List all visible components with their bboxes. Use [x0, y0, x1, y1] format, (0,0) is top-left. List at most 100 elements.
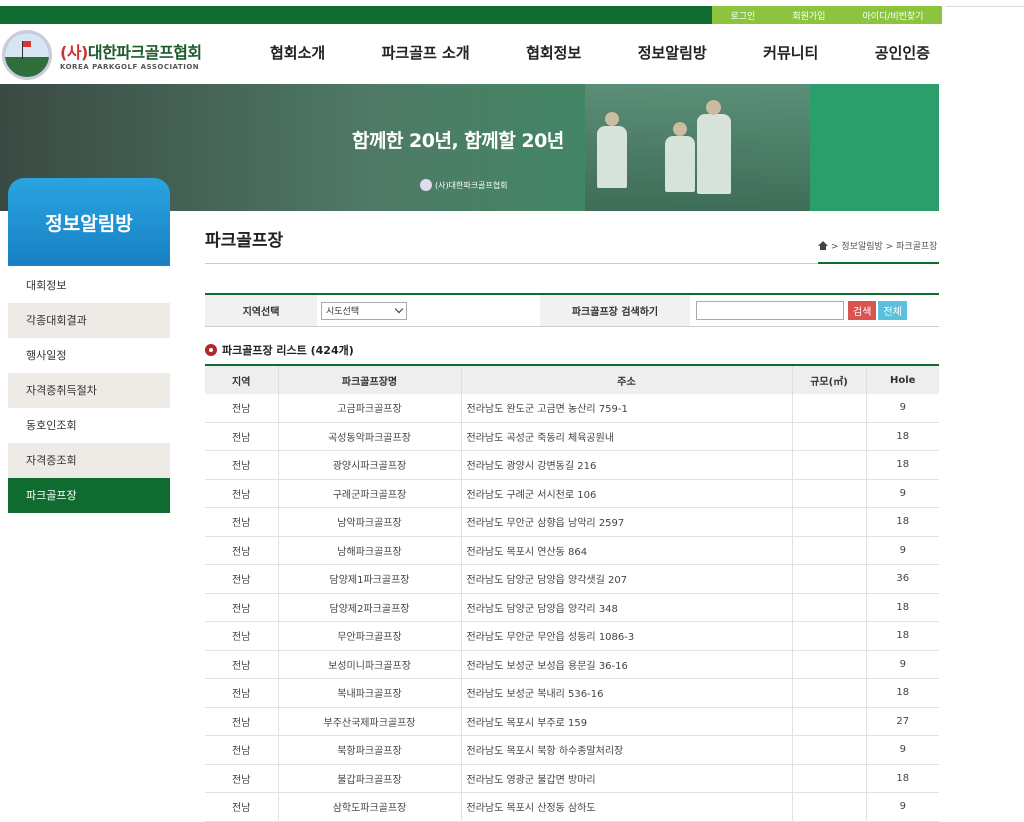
table-cell: 18: [866, 450, 939, 480]
table-cell: 9: [866, 650, 939, 679]
table-cell: 곡성동악파크골프장: [278, 422, 462, 451]
sidebar-item-competition-info[interactable]: 대회정보: [8, 268, 170, 303]
table-row[interactable]: 전남 무안파크골프장 전라남도 무안군 무안읍 성동리 1086-3 18: [205, 621, 939, 651]
table-cell: 복내파크골프장: [278, 678, 462, 708]
table-cell: 전남: [205, 735, 279, 765]
sidebar-item-parkgolf-courses[interactable]: 파크골프장: [8, 478, 170, 513]
sidebar-item-member-search[interactable]: 동호인조회: [8, 408, 170, 443]
table-cell: 전라남도 완도군 고금면 농산리 759-1: [461, 394, 793, 423]
sidebar-item-license-procedure[interactable]: 자격증취득절차: [8, 373, 170, 408]
table-row[interactable]: 전남 북항파크골프장 전라남도 목포시 북항 하수종말처리장 9: [205, 735, 939, 765]
nav-parkgolf-intro[interactable]: 파크골프 소개: [372, 42, 480, 63]
column-header: Hole: [866, 364, 939, 394]
table-cell: 불갑파크골프장: [278, 764, 462, 793]
table-cell: 전라남도 담양군 담양읍 양각샛길 207: [461, 564, 793, 594]
table-cell: 전남: [205, 422, 279, 451]
table-row[interactable]: 전남 부주산국제파크골프장 전라남도 목포시 부주로 159 27: [205, 707, 939, 736]
table-cell: 전남: [205, 764, 279, 793]
table-cell: 전라남도 무안군 무안읍 성동리 1086-3: [461, 621, 793, 651]
table-cell: 18: [866, 764, 939, 793]
table-cell: 전남: [205, 479, 279, 508]
search-button[interactable]: 검색: [848, 301, 877, 320]
table-cell: 담양제2파크골프장: [278, 593, 462, 622]
nav-community[interactable]: 커뮤니티: [753, 42, 828, 63]
logo-mini-icon: [420, 179, 432, 191]
table-cell: 9: [866, 479, 939, 508]
login-link[interactable]: 로그인: [731, 9, 756, 22]
table-cell: [792, 792, 867, 822]
table-cell: 전남: [205, 650, 279, 679]
table-cell: 전남: [205, 678, 279, 708]
logo-subtitle: KOREA PARKGOLF ASSOCIATION: [60, 63, 200, 71]
table-row[interactable]: 전남 복내파크골프장 전라남도 보성군 복내리 536-16 18: [205, 678, 939, 708]
table-cell: [792, 650, 867, 679]
site-logo[interactable]: (사)대한파크골프협회 KOREA PARKGOLF ASSOCIATION: [2, 30, 202, 80]
sidebar-item-results[interactable]: 각종대회결과: [8, 303, 170, 338]
table-row[interactable]: 전남 삼학도파크골프장 전라남도 목포시 산정동 삼하도 9: [205, 792, 939, 822]
table-row[interactable]: 전남 곡성동악파크골프장 전라남도 곡성군 죽동리 체육공원내 18: [205, 422, 939, 451]
table-row[interactable]: 전남 남악파크골프장 전라남도 무안군 삼향읍 남악리 2597 18: [205, 507, 939, 537]
table-row[interactable]: 전남 구례군파크골프장 전라남도 구례군 서시천로 106 9: [205, 479, 939, 508]
table-row[interactable]: 전남 광양시파크골프장 전라남도 광양시 강변동길 216 18: [205, 450, 939, 480]
page-title: 파크골프장: [205, 231, 284, 251]
table-cell: 무안파크골프장: [278, 621, 462, 651]
table-cell: 전라남도 보성군 복내리 536-16: [461, 678, 793, 708]
table-cell: [792, 536, 867, 565]
table-cell: 전라남도 곡성군 죽동리 체육공원내: [461, 422, 793, 451]
table-cell: 고금파크골프장: [278, 394, 462, 423]
header: (사)대한파크골프협회 KOREA PARKGOLF ASSOCIATION 협…: [0, 24, 942, 84]
column-header: 지역: [205, 364, 279, 394]
list-title: 파크골프장 리스트 (424개): [205, 342, 354, 358]
breadcrumb-path: > 정보알림방 > 파크골프장: [831, 242, 938, 252]
sidebar-item-schedule[interactable]: 행사일정: [8, 338, 170, 373]
nav-certification[interactable]: 공인인증: [865, 42, 940, 63]
table-cell: 36: [866, 564, 939, 594]
table-cell: 전남: [205, 507, 279, 537]
table-cell: 전라남도 목포시 연산동 864: [461, 536, 793, 565]
table-cell: 전라남도 목포시 북항 하수종말처리장: [461, 735, 793, 765]
find-account-link[interactable]: 아이디/비번찾기: [862, 9, 923, 22]
nav-info-board[interactable]: 정보알림방: [628, 42, 717, 63]
region-label: 지역선택: [205, 295, 317, 326]
table-cell: 전남: [205, 621, 279, 651]
table-row[interactable]: 전남 불갑파크골프장 전라남도 영광군 불갑면 방마리 18: [205, 764, 939, 793]
search-input[interactable]: [696, 301, 844, 320]
column-header: 주소: [461, 364, 793, 394]
table-cell: 전라남도 광양시 강변동길 216: [461, 450, 793, 480]
nav-association-info[interactable]: 협회정보: [516, 42, 591, 63]
sidebar-item-license-search[interactable]: 자격증조회: [8, 443, 170, 478]
nav-about[interactable]: 협회소개: [260, 42, 335, 63]
table-row[interactable]: 전남 고금파크골프장 전라남도 완도군 고금면 농산리 759-1 9: [205, 394, 939, 423]
home-icon[interactable]: [818, 241, 828, 250]
table-cell: 9: [866, 792, 939, 822]
table-cell: 부주산국제파크골프장: [278, 707, 462, 736]
banner-photo: [585, 84, 810, 211]
table-cell: 18: [866, 678, 939, 708]
table-cell: 전라남도 목포시 부주로 159: [461, 707, 793, 736]
course-table: 지역 파크골프장명 주소 규모(㎡) Hole 전남 고금파크골프장 전라남도 완도…: [205, 364, 939, 822]
search-bar: 지역선택 시도선택 파크골프장 검색하기 검색 전체: [205, 293, 939, 327]
table-row[interactable]: 전남 남해파크골프장 전라남도 목포시 연산동 864 9: [205, 536, 939, 565]
logo-emblem-icon: [2, 30, 52, 80]
logo-title: (사)대한파크골프협회: [60, 43, 202, 62]
table-cell: 전라남도 구례군 서시천로 106: [461, 479, 793, 508]
table-cell: 9: [866, 536, 939, 565]
signup-link[interactable]: 회원가입: [792, 9, 825, 22]
table-cell: 전남: [205, 394, 279, 423]
table-row[interactable]: 전남 보성미니파크골프장 전라남도 보성군 보성읍 용문길 36-16 9: [205, 650, 939, 679]
table-cell: [792, 707, 867, 736]
table-cell: 전남: [205, 593, 279, 622]
banner-logo: (사)대한파크골프협회: [420, 179, 507, 191]
table-cell: 남악파크골프장: [278, 507, 462, 537]
table-row[interactable]: 전남 담양제1파크골프장 전라남도 담양군 담양읍 양각샛길 207 36: [205, 564, 939, 594]
table-row[interactable]: 전남 담양제2파크골프장 전라남도 담양군 담양읍 양각리 348 18: [205, 593, 939, 622]
table-cell: [792, 422, 867, 451]
all-button[interactable]: 전체: [878, 301, 907, 320]
table-cell: 담양제1파크골프장: [278, 564, 462, 594]
region-select[interactable]: 시도선택: [321, 301, 407, 320]
table-cell: 18: [866, 593, 939, 622]
divider-accent: [818, 262, 939, 264]
table-cell: 북항파크골프장: [278, 735, 462, 765]
table-cell: 구례군파크골프장: [278, 479, 462, 508]
breadcrumb: > 정보알림방 > 파크골프장: [818, 239, 937, 252]
